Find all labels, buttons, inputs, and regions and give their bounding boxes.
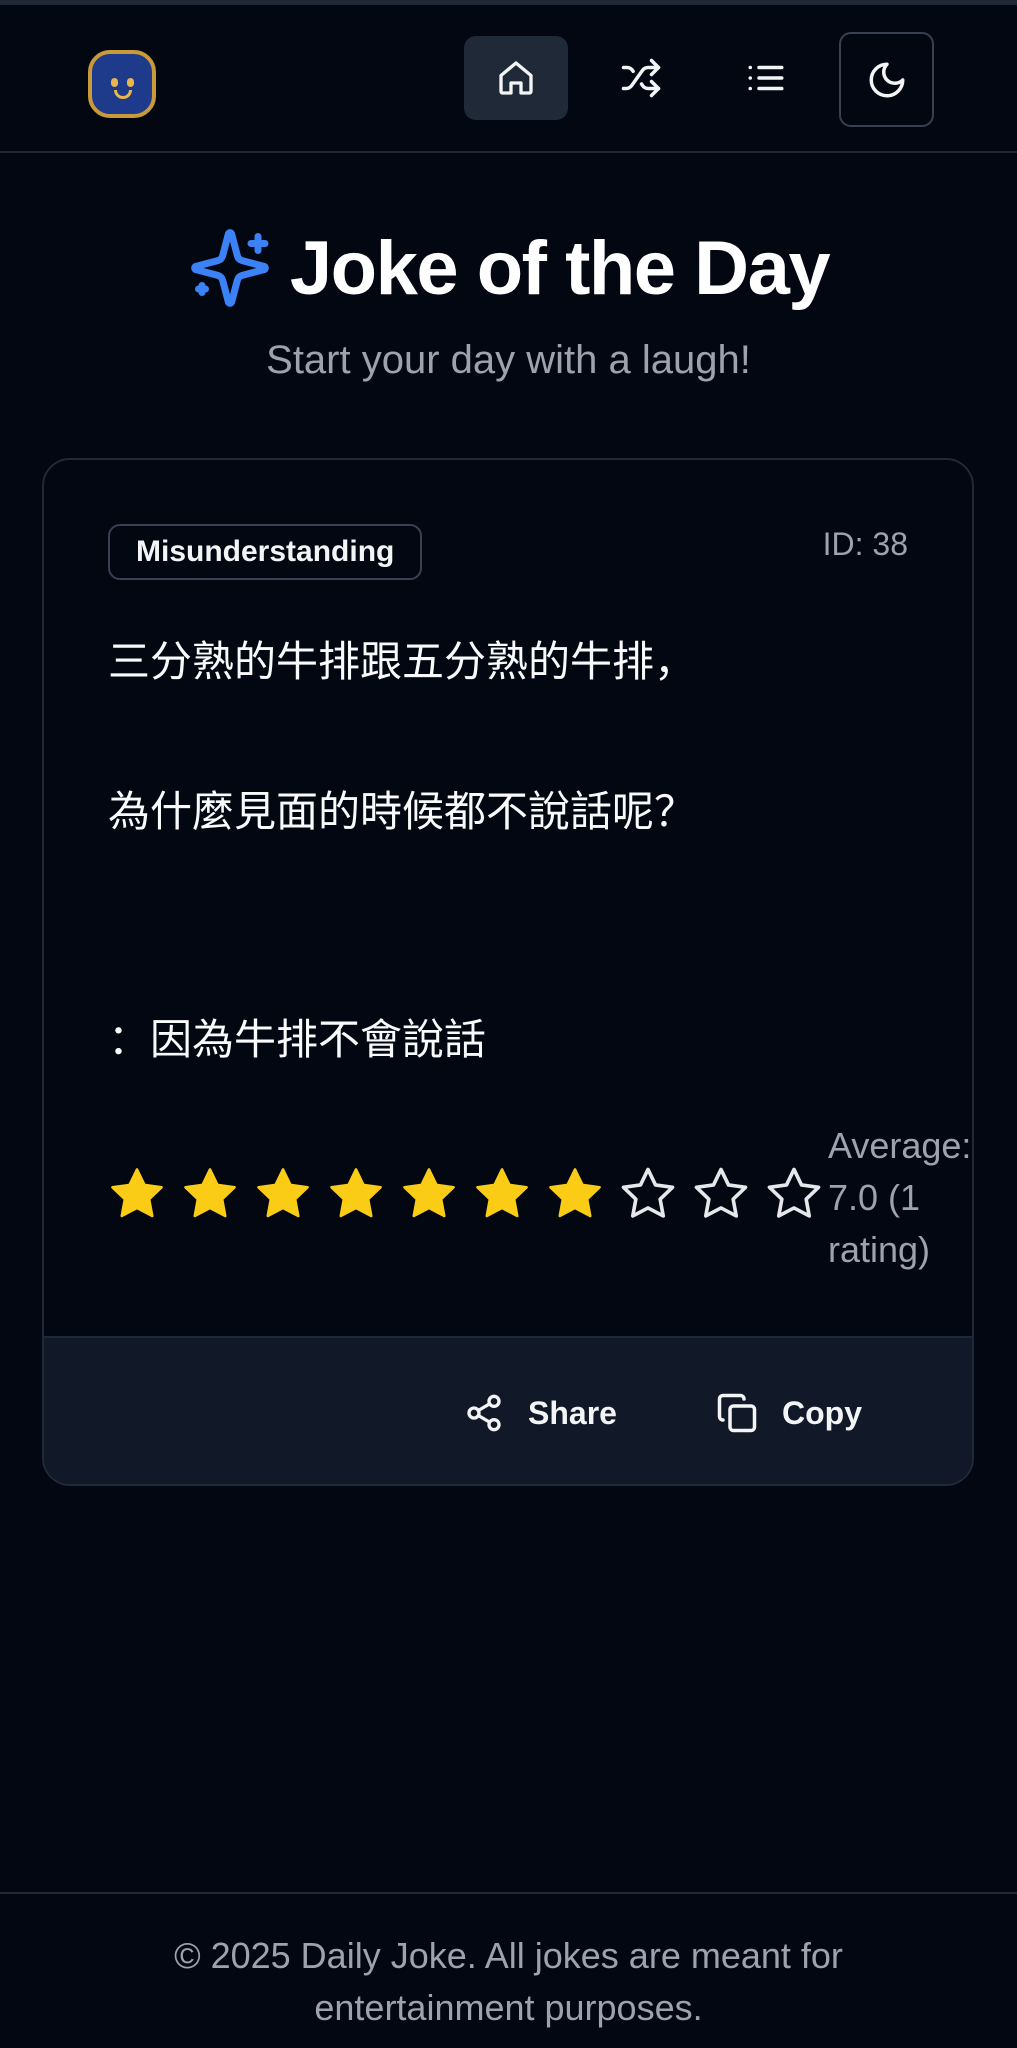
star-filled-icon[interactable] bbox=[471, 1162, 544, 1226]
copy-icon bbox=[717, 1393, 757, 1433]
average-rating: Average: 7.0 (1 rating) bbox=[828, 1125, 972, 1270]
copy-label: Copy bbox=[782, 1394, 862, 1431]
star-filled-icon[interactable] bbox=[325, 1162, 398, 1226]
star-filled-icon[interactable] bbox=[179, 1162, 252, 1226]
star-filled-icon[interactable] bbox=[544, 1162, 617, 1226]
share-label: Share bbox=[528, 1394, 617, 1431]
page-subtitle: Start your day with a laugh! bbox=[266, 338, 751, 382]
page-footer: © 2025 Daily Joke. All jokes are meant f… bbox=[0, 1892, 1017, 2048]
card-actions: Share Copy bbox=[44, 1336, 972, 1484]
star-empty-icon[interactable] bbox=[763, 1162, 836, 1226]
joke-answer: ：因為牛排不會說話 bbox=[108, 1015, 487, 1064]
joke-question-line-2: 為什麼見面的時候都不說話呢？ bbox=[108, 787, 697, 836]
home-icon bbox=[499, 61, 533, 95]
star-empty-icon[interactable] bbox=[690, 1162, 763, 1226]
smiley-logo[interactable] bbox=[88, 50, 156, 118]
moon-icon bbox=[869, 62, 904, 97]
star-filled-icon[interactable] bbox=[398, 1162, 471, 1226]
joke-card: Misunderstanding ID: 38 三分熟的牛排跟五分熟的牛排， 為… bbox=[42, 458, 974, 1486]
star-empty-icon[interactable] bbox=[617, 1162, 690, 1226]
joke-question-line-1: 三分熟的牛排跟五分熟的牛排， bbox=[108, 637, 697, 686]
shuffle-icon bbox=[621, 58, 661, 98]
page-title: Joke of the Day bbox=[289, 225, 831, 311]
copy-button[interactable]: Copy bbox=[716, 1338, 862, 1484]
logo-eye-left bbox=[111, 78, 118, 87]
nav-random-button[interactable] bbox=[589, 36, 693, 120]
copyright-text: © 2025 Daily Joke. All jokes are meant f… bbox=[174, 1935, 843, 2028]
share-icon bbox=[467, 1394, 501, 1432]
star-filled-icon[interactable] bbox=[106, 1162, 179, 1226]
top-nav bbox=[0, 5, 1017, 153]
nav-home-button[interactable] bbox=[464, 36, 568, 120]
nav-list-button[interactable] bbox=[714, 36, 818, 120]
page-heading: Joke of the Day bbox=[0, 218, 1017, 318]
list-icon bbox=[748, 65, 784, 91]
logo-mouth bbox=[114, 90, 132, 99]
logo-eye-right bbox=[127, 78, 134, 87]
joke-id: ID: 38 bbox=[822, 526, 908, 562]
theme-toggle-button[interactable] bbox=[839, 32, 934, 127]
share-button[interactable]: Share bbox=[464, 1338, 617, 1484]
sparkles-icon bbox=[191, 229, 269, 307]
star-rating[interactable] bbox=[106, 1162, 836, 1226]
category-badge: Misunderstanding bbox=[108, 524, 423, 580]
star-filled-icon[interactable] bbox=[252, 1162, 325, 1226]
